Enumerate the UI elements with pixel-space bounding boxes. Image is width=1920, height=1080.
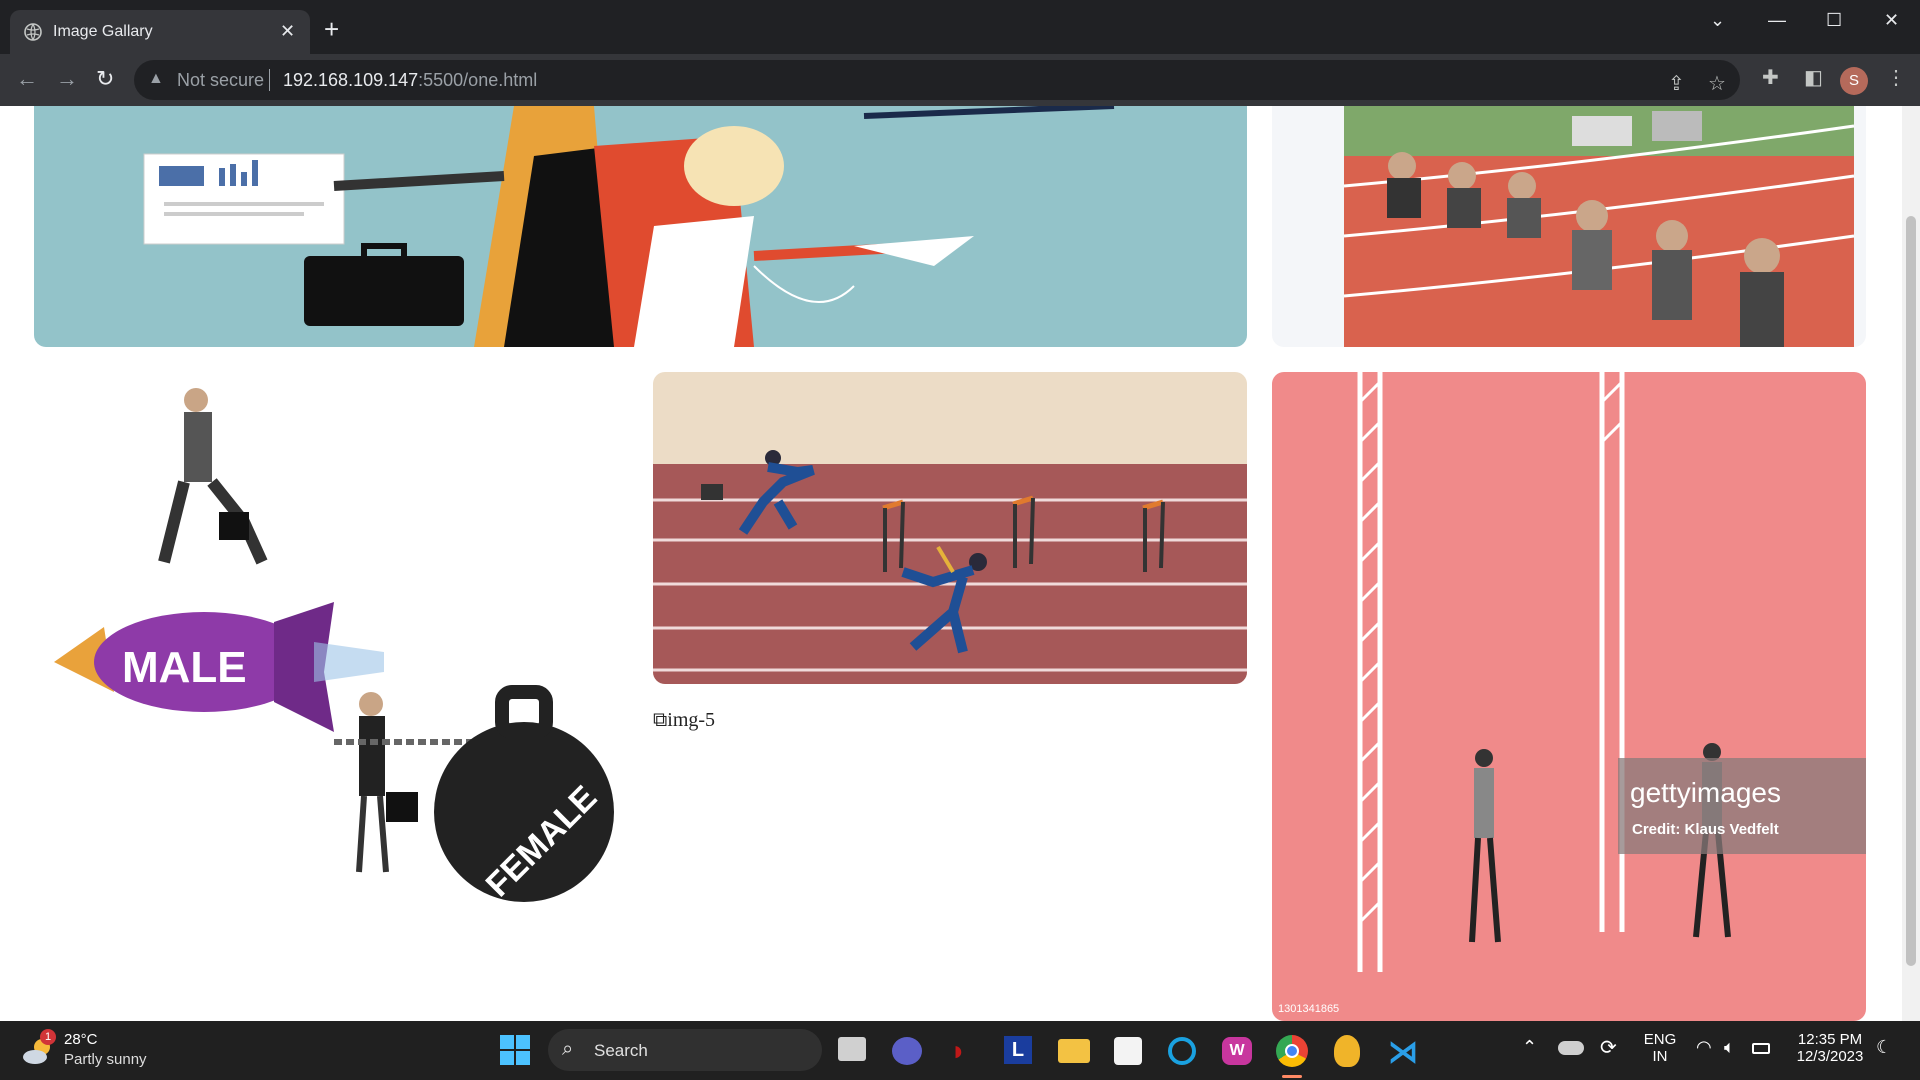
onedrive-icon[interactable] <box>1558 1041 1584 1055</box>
url-path: :5500/one.html <box>418 70 538 90</box>
broken-image-alt: img-5 <box>667 709 716 731</box>
taskbar-search[interactable]: ⌕ Search <box>548 1029 822 1071</box>
watermark-brand: gettyimages <box>1630 777 1781 808</box>
wifi-icon[interactable]: ◠ <box>1696 1037 1712 1058</box>
search-icon: ⌕ <box>562 1038 574 1060</box>
gallery-image-race-start[interactable] <box>1272 106 1866 347</box>
warning-icon: ▲ <box>148 70 164 87</box>
file-explorer-icon[interactable] <box>1058 1039 1090 1063</box>
windows-start-icon <box>500 1035 530 1065</box>
menu-icon[interactable]: ⋮ <box>1886 65 1906 90</box>
battery-icon[interactable] <box>1752 1043 1770 1054</box>
weather-desc: Partly sunny <box>64 1051 147 1068</box>
maximize-icon[interactable]: ☐ <box>1826 10 1842 31</box>
clock[interactable]: 12:35 PM 12/3/2023 <box>1790 1031 1870 1065</box>
store-icon[interactable] <box>1114 1037 1142 1065</box>
task-view-icon[interactable] <box>838 1037 866 1061</box>
chrome-center <box>1285 1044 1299 1058</box>
page-viewport: MALE FEMALE ⧉img-5 gettyimages Credit: K… <box>0 106 1920 1021</box>
meet-icon[interactable] <box>892 1037 922 1065</box>
windows-taskbar: 1 28°C Partly sunny ⌕ Search ◗ L W ⋊ ⌃ ⟳… <box>0 1021 1920 1080</box>
male-female-illustration: MALE FEMALE <box>54 388 614 904</box>
close-window-icon[interactable]: ✕ <box>1884 10 1899 31</box>
clock-time: 12:35 PM <box>1797 1031 1863 1048</box>
hurdles-illustration <box>653 450 1247 684</box>
start-button[interactable] <box>500 1035 530 1070</box>
multitasking-illustration <box>143 106 1115 347</box>
lang-line-1: ENG <box>1643 1031 1677 1048</box>
tab-search-icon[interactable]: ⌄ <box>1710 10 1725 31</box>
browser-toolbar: ← → ↻ ▲ Not secure 192.168.109.147:5500/… <box>0 54 1920 106</box>
cortana-icon[interactable] <box>1168 1037 1196 1065</box>
mcafee-icon[interactable]: ◗ <box>950 1035 967 1067</box>
weather-badge: 1 <box>40 1029 56 1045</box>
browser-tab[interactable]: Image Gallary ✕ <box>10 10 310 54</box>
forward-icon[interactable]: → <box>56 66 78 92</box>
reload-icon[interactable]: ↻ <box>96 66 114 92</box>
page-scrollbar[interactable] <box>1902 106 1920 1021</box>
notification-icon[interactable]: ☾ <box>1876 1037 1892 1058</box>
profile-avatar[interactable]: S <box>1840 67 1868 95</box>
side-panel-icon[interactable]: ◧ <box>1804 65 1823 90</box>
gallery-image-hurdles[interactable] <box>653 372 1247 684</box>
l-app-icon[interactable]: L <box>1004 1036 1032 1064</box>
watermark-credit: Credit: Klaus Vedfelt <box>1632 821 1779 838</box>
broken-image-icon: ⧉ <box>653 709 668 731</box>
vscode-icon[interactable]: ⋊ <box>1388 1035 1418 1070</box>
address-separator <box>269 69 270 91</box>
gallery-image-male-female[interactable]: MALE FEMALE <box>34 372 628 1021</box>
minimize-icon[interactable]: — <box>1768 10 1786 31</box>
share-icon[interactable]: ⇪ <box>1668 71 1685 96</box>
url-host: 192.168.109.147 <box>283 70 419 90</box>
scrollbar-thumb[interactable] <box>1906 216 1916 966</box>
chrome-icon[interactable] <box>1276 1035 1308 1067</box>
security-label: Not secure <box>177 70 265 90</box>
taskbar-search-label: Search <box>594 1041 648 1060</box>
wps-icon[interactable]: W <box>1222 1037 1252 1065</box>
chevron-up-icon[interactable]: ⌃ <box>1522 1037 1537 1058</box>
rocket-label: MALE <box>122 643 247 692</box>
tab-title: Image Gallary <box>53 23 153 40</box>
language-indicator[interactable]: ENG IN <box>1643 1031 1677 1065</box>
broken-image-img-5: ⧉img-5 <box>653 709 715 732</box>
ladders-illustration: gettyimages Credit: Klaus Vedfelt 130134… <box>1278 372 1866 1015</box>
race-start-illustration <box>1343 106 1855 347</box>
gallery-image-ladders[interactable]: gettyimages Credit: Klaus Vedfelt 130134… <box>1272 372 1866 1021</box>
globe-icon <box>24 23 42 41</box>
watermark-id: 1301341865 <box>1278 1003 1339 1015</box>
bookmark-star-icon[interactable]: ☆ <box>1708 71 1726 96</box>
badge-app-icon[interactable] <box>1334 1035 1360 1067</box>
weather-temp: 28°C <box>64 1031 98 1048</box>
extensions-icon[interactable]: ✚ <box>1762 65 1779 90</box>
weather-widget[interactable]: 1 28°C Partly sunny <box>20 1029 160 1071</box>
gallery-image-multitasking[interactable] <box>34 106 1247 347</box>
url-text[interactable]: 192.168.109.147:5500/one.html <box>283 70 537 91</box>
sync-icon[interactable]: ⟳ <box>1600 1035 1617 1060</box>
address-bar[interactable]: ▲ Not secure 192.168.109.147:5500/one.ht… <box>134 60 1740 100</box>
lang-line-2: IN <box>1652 1048 1668 1065</box>
chrome-active-indicator <box>1282 1075 1302 1078</box>
clock-date: 12/3/2023 <box>1796 1048 1864 1065</box>
close-tab-icon[interactable]: ✕ <box>280 21 295 42</box>
new-tab-icon[interactable]: + <box>324 16 339 42</box>
volume-icon[interactable]: 🔈︎ <box>1724 1037 1735 1058</box>
back-icon[interactable]: ← <box>16 66 38 92</box>
